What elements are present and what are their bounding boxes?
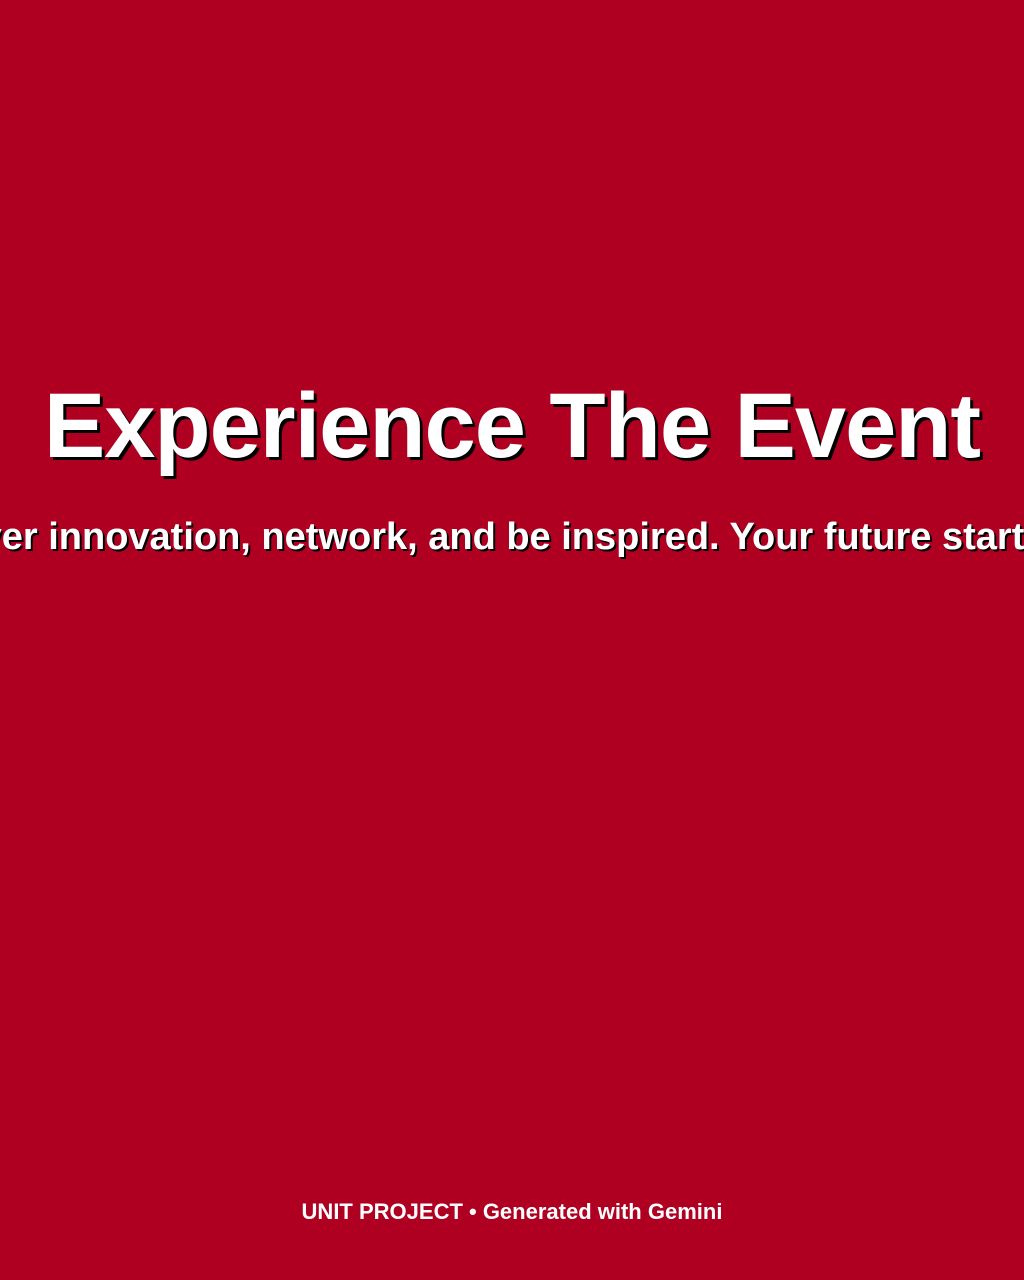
footer-credit: UNIT PROJECT • Generated with Gemini: [301, 1199, 723, 1224]
hero-subtitle: Discover innovation, network, and be ins…: [0, 516, 1024, 558]
hero-title: Experience The Event: [43, 375, 981, 477]
hero-subtitle-container: Discover innovation, network, and be ins…: [0, 514, 1024, 564]
